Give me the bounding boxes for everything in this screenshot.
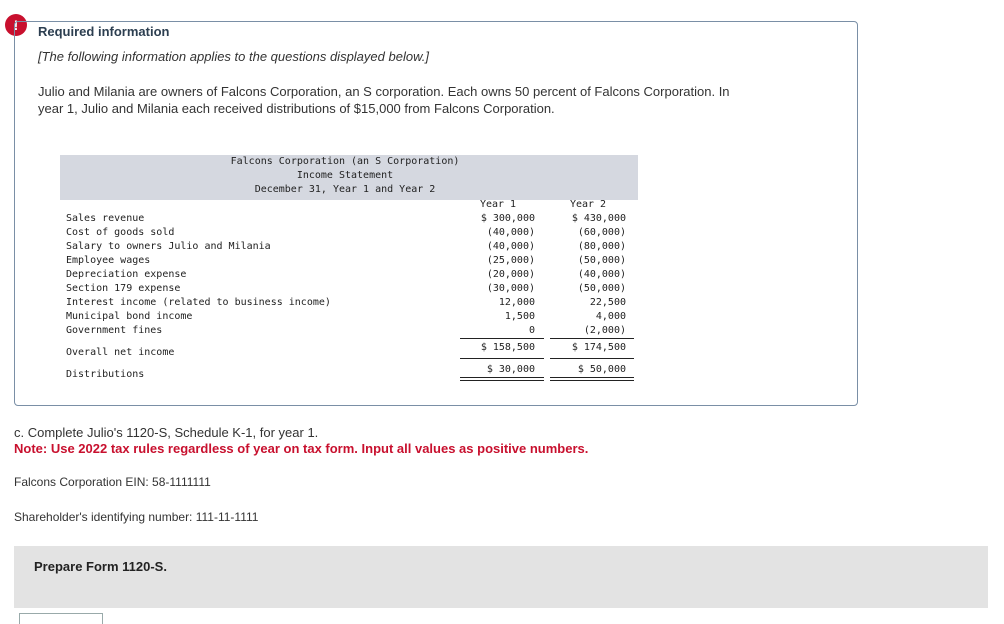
row-label-municipal-bond: Municipal bond income	[66, 311, 193, 322]
shareholder-identifying-number: Shareholder's identifying number: 111-11…	[14, 510, 259, 524]
statement-title-type: Income Statement	[296, 170, 394, 181]
row-value-y1: (40,000)	[486, 241, 535, 252]
row-label-net-income: Overall net income	[66, 347, 175, 358]
row-value-y2: (50,000)	[577, 283, 626, 294]
row-value-y2: 22,500	[589, 297, 626, 308]
net-income-y2: $ 174,500	[571, 342, 626, 353]
corporation-ein: Falcons Corporation EIN: 58-1111111	[14, 475, 211, 489]
row-value-y1: $ 300,000	[480, 213, 535, 224]
distributions-y2: $ 50,000	[577, 364, 626, 375]
row-value-y1: (20,000)	[486, 269, 535, 280]
form-tab[interactable]	[19, 613, 103, 624]
statement-title-company: Falcons Corporation (an S Corporation)	[230, 156, 460, 167]
row-label-sales-revenue: Sales revenue	[66, 213, 145, 224]
double-rule-y2	[550, 377, 634, 381]
row-value-y1: 1,500	[504, 311, 535, 322]
row-value-y1: (30,000)	[486, 283, 535, 294]
row-label-salary-owners: Salary to owners Julio and Milania	[66, 241, 271, 252]
required-info-subtitle: [The following information applies to th…	[38, 49, 429, 64]
subtotal-rule-y1	[460, 338, 544, 339]
net-income-rule-y2	[550, 358, 634, 359]
row-label-interest-income: Interest income (related to business inc…	[66, 297, 331, 308]
prepare-form-label: Prepare Form 1120-S.	[34, 559, 167, 574]
paragraph-line-1: Julio and Milania are owners of Falcons …	[38, 84, 730, 99]
net-income-rule-y1	[460, 358, 544, 359]
subtotal-rule-y2	[550, 338, 634, 339]
row-value-y2: (50,000)	[577, 255, 626, 266]
row-label-section-179: Section 179 expense	[66, 283, 181, 294]
question-text: c. Complete Julio's 1120-S, Schedule K-1…	[14, 425, 319, 440]
required-info-title: Required information	[38, 24, 170, 39]
row-value-y1: 12,000	[498, 297, 535, 308]
statement-title-date: December 31, Year 1 and Year 2	[254, 184, 436, 195]
row-value-y2: 4,000	[595, 311, 626, 322]
row-label-distributions: Distributions	[66, 369, 145, 380]
paragraph-line-2: year 1, Julio and Milania each received …	[38, 101, 555, 116]
question-note: Note: Use 2022 tax rules regardless of y…	[14, 441, 589, 456]
row-value-y1: 0	[528, 325, 535, 336]
statement-header: Falcons Corporation (an S Corporation) I…	[60, 155, 638, 200]
column-header-year-2: Year 2	[569, 199, 607, 210]
distributions-y1: $ 30,000	[486, 364, 535, 375]
row-label-cogs: Cost of goods sold	[66, 227, 175, 238]
row-label-employee-wages: Employee wages	[66, 255, 151, 266]
column-header-year-1: Year 1	[479, 199, 517, 210]
income-statement: Falcons Corporation (an S Corporation) I…	[60, 155, 638, 383]
row-value-y1: (25,000)	[486, 255, 535, 266]
row-value-y2: (40,000)	[577, 269, 626, 280]
row-label-government-fines: Government fines	[66, 325, 163, 336]
row-label-depreciation: Depreciation expense	[66, 269, 187, 280]
required-info-paragraph: Julio and Milania are owners of Falcons …	[38, 83, 808, 117]
row-value-y1: (40,000)	[486, 227, 535, 238]
row-value-y2: $ 430,000	[571, 213, 626, 224]
row-value-y2: (2,000)	[583, 325, 626, 336]
row-value-y2: (80,000)	[577, 241, 626, 252]
net-income-y1: $ 158,500	[480, 342, 535, 353]
prepare-form-panel: Prepare Form 1120-S.	[14, 546, 988, 608]
double-rule-y1	[460, 377, 544, 381]
row-value-y2: (60,000)	[577, 227, 626, 238]
